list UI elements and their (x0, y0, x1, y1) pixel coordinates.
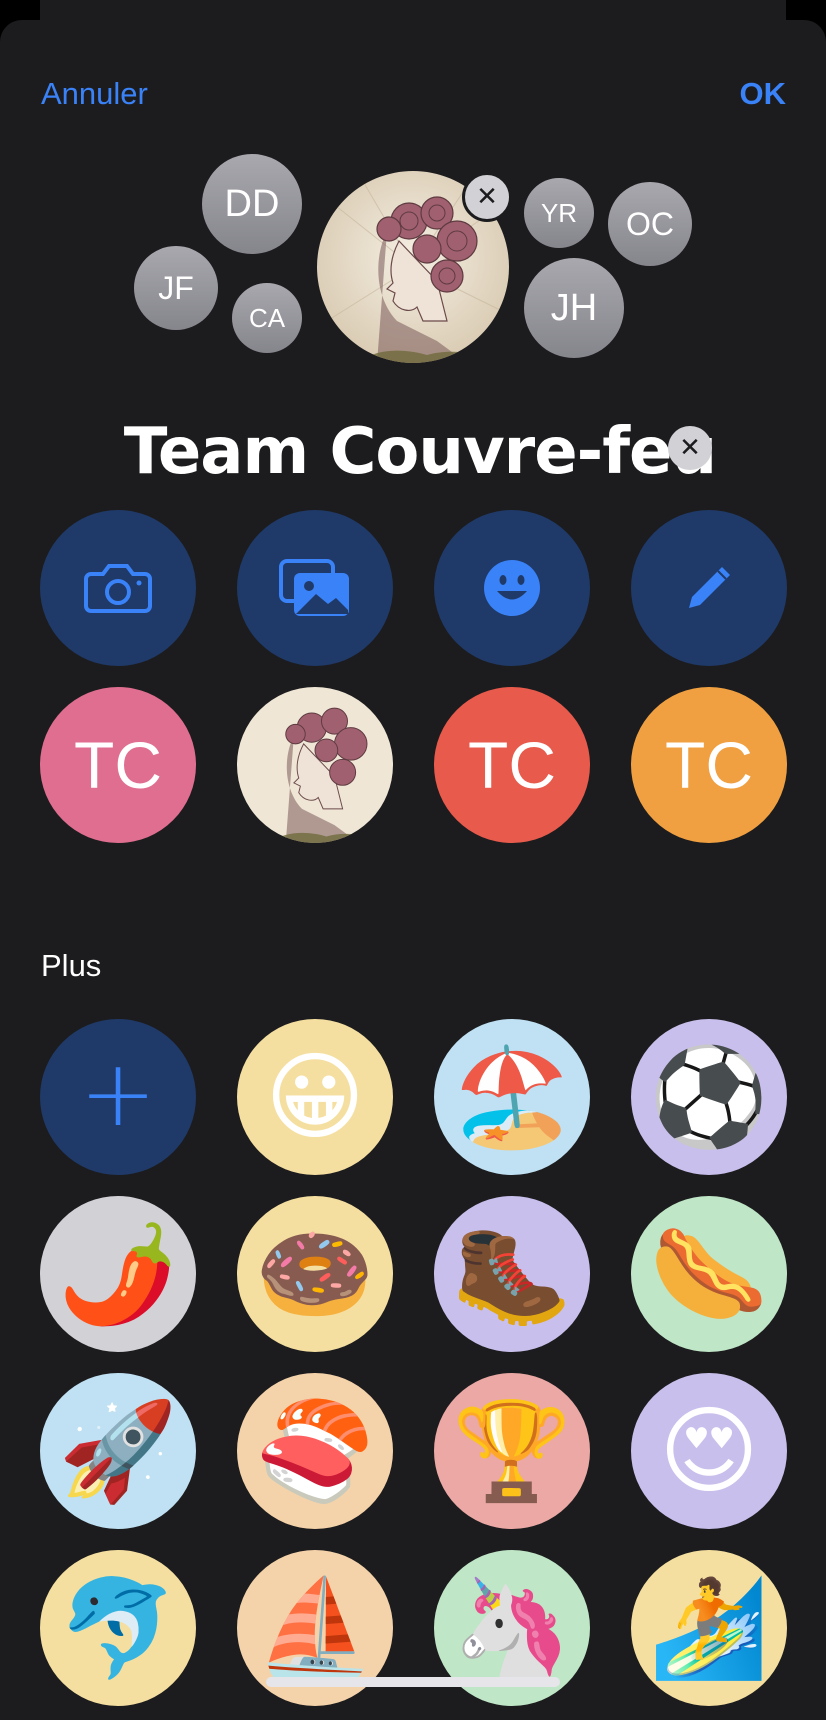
member-avatar: OC (608, 182, 692, 266)
suggestion-photo[interactable] (237, 687, 393, 843)
suggestion-monogram[interactable]: TC (434, 687, 590, 843)
member-avatar: DD (202, 154, 302, 254)
member-initials: JF (158, 269, 194, 306)
doughnut-icon: 🍩 (255, 1218, 375, 1330)
beach-umbrella-icon: 🏖️ (452, 1041, 572, 1153)
soccer-ball-icon: ⚽ (649, 1041, 769, 1153)
member-avatar: YR (524, 178, 594, 248)
heart-eyes-icon: 😍 (658, 1395, 760, 1507)
member-avatar: JF (134, 246, 218, 330)
unicorn-icon: 🦄 (452, 1572, 572, 1684)
chili-pepper-icon: 🌶️ (58, 1218, 178, 1330)
emoji-option[interactable]: 🥾 (434, 1196, 590, 1352)
emoji-option[interactable]: 🌶️ (40, 1196, 196, 1352)
section-title-more: Plus (41, 948, 102, 983)
home-indicator[interactable] (266, 1677, 560, 1687)
photos-button[interactable] (237, 510, 393, 666)
member-avatar: JH (524, 258, 624, 358)
rocket-icon: 🚀 (58, 1395, 178, 1507)
trophy-icon: 🏆 (452, 1395, 572, 1507)
member-initials: DD (224, 182, 280, 225)
emoji-option[interactable]: 🍩 (237, 1196, 393, 1352)
camera-icon (84, 564, 152, 613)
dolphin-icon: 🐬 (58, 1572, 178, 1684)
member-initials: YR (540, 197, 578, 228)
camera-button[interactable] (40, 510, 196, 666)
portrait-illustration (237, 687, 393, 843)
surfer-icon: 🏄 (649, 1572, 769, 1684)
monogram-text: TC (74, 728, 162, 802)
hiking-boot-icon: 🥾 (452, 1218, 572, 1330)
plus-icon: + (79, 1040, 157, 1147)
emoji-option[interactable]: 🏖️ (434, 1019, 590, 1175)
photos-icon (279, 559, 349, 616)
close-icon: ✕ (476, 182, 498, 212)
clear-name-button[interactable]: ✕ (668, 426, 712, 470)
suggestion-monogram[interactable]: TC (40, 687, 196, 843)
pencil-icon (689, 567, 730, 608)
monogram-text: TC (665, 728, 753, 802)
member-initials: CA (248, 302, 286, 333)
edit-group-sheet: Annuler OK DD JF CA YR OC JH ✕ Team Couv… (0, 20, 826, 1720)
emoji-option[interactable]: 🌭 (631, 1196, 787, 1352)
member-initials: OC (626, 205, 674, 242)
emoji-option[interactable]: 🏄 (631, 1550, 787, 1706)
emoji-option[interactable]: 😀 (237, 1019, 393, 1175)
monogram-text: TC (468, 728, 556, 802)
grinning-face-icon: 😀 (264, 1041, 366, 1153)
emoji-button[interactable] (434, 510, 590, 666)
remove-photo-button[interactable]: ✕ (462, 172, 512, 222)
emoji-option[interactable]: ⚽ (631, 1019, 787, 1175)
close-icon: ✕ (679, 433, 701, 463)
member-initials: JH (550, 286, 598, 329)
group-name-field[interactable]: Team Couvre-feu (0, 415, 717, 489)
add-emoji-button[interactable]: + (40, 1019, 196, 1175)
sushi-icon: 🍣 (255, 1395, 375, 1507)
emoji-option[interactable]: 😍 (631, 1373, 787, 1529)
pencil-button[interactable] (631, 510, 787, 666)
member-avatar: CA (232, 283, 302, 353)
hot-dog-icon: 🌭 (649, 1218, 769, 1330)
emoji-option[interactable]: 🚀 (40, 1373, 196, 1529)
ok-button[interactable]: OK (740, 76, 787, 112)
suggestion-monogram[interactable]: TC (631, 687, 787, 843)
sailboat-icon: ⛵ (255, 1572, 375, 1684)
emoji-option[interactable]: 🏆 (434, 1373, 590, 1529)
emoji-option[interactable]: 🍣 (237, 1373, 393, 1529)
emoji-option[interactable]: 🐬 (40, 1550, 196, 1706)
emoji-icon (484, 560, 540, 616)
cancel-button[interactable]: Annuler (41, 76, 148, 112)
